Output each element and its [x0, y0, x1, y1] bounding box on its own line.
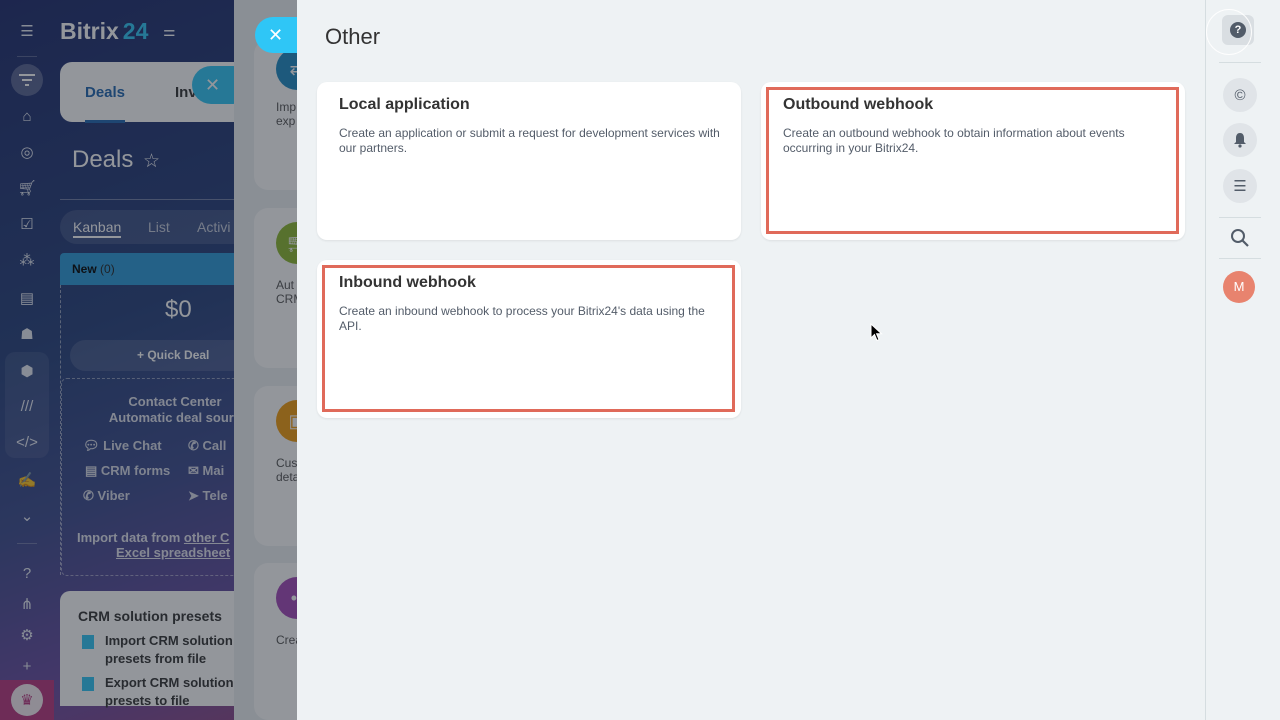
card-description: Create an application or submit a reques… [339, 126, 720, 155]
card-title: Local application [339, 96, 470, 113]
card-title: Inbound webhook [339, 274, 476, 291]
card-local-application[interactable]: Local application Create an application … [317, 82, 741, 240]
mouse-cursor-icon [870, 323, 883, 342]
chat-list-icon: ☰ [1233, 178, 1247, 195]
toolbar-divider [1219, 217, 1261, 218]
messenger-button[interactable]: ☰ [1223, 169, 1257, 203]
panel-title: Other [325, 24, 381, 49]
search-icon[interactable] [1228, 226, 1252, 250]
card-title: Outbound webhook [783, 96, 934, 113]
card-inbound-webhook[interactable]: Inbound webhook Create an inbound webhoo… [317, 260, 741, 418]
slider-panel: Other Local application Create an applic… [297, 0, 1205, 720]
copilot-button[interactable]: © [1223, 78, 1257, 112]
card-description: Create an inbound webhook to process you… [339, 304, 705, 333]
notifications-button[interactable] [1223, 123, 1257, 157]
help-focus-ring [1206, 9, 1252, 55]
close-icon: ✕ [268, 25, 284, 45]
bell-icon [1234, 133, 1246, 148]
toolbar-divider [1219, 62, 1261, 63]
toolbar-divider [1219, 258, 1261, 259]
right-toolbar: ? © ☰ M [1205, 0, 1280, 720]
card-description: Create an outbound webhook to obtain inf… [783, 126, 1125, 155]
card-outbound-webhook[interactable]: Outbound webhook Create an outbound webh… [761, 82, 1185, 240]
user-avatar[interactable]: M [1223, 271, 1255, 303]
copilot-icon: © [1234, 86, 1246, 104]
